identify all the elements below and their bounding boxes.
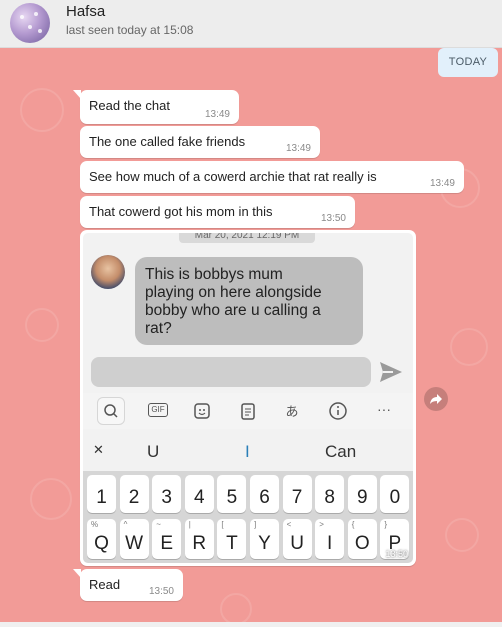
composer-bar-edge — [0, 622, 502, 627]
message-bubble[interactable]: The one called fake friends 13:49 — [80, 126, 320, 158]
clipboard-icon — [237, 401, 259, 421]
bubble-tail — [73, 90, 81, 99]
screenshot-date-chip: Mar 20, 2021 12:19 PM — [179, 233, 315, 243]
last-seen-status: last seen today at 15:08 — [66, 23, 194, 37]
image-timestamp: 13:50 — [385, 549, 408, 559]
key-u: < U — [282, 519, 312, 559]
keyboard-toolbar: GIF あ ··· — [83, 393, 413, 429]
key-4: 4 — [184, 475, 214, 513]
message-text: Read — [89, 577, 121, 592]
message-bubble[interactable]: Read 13:50 — [73, 569, 183, 601]
key-y: ] Y — [250, 519, 279, 559]
key-0: 0 — [380, 475, 410, 513]
message-bubble[interactable]: That cowerd got his mom in this 13:50 — [80, 196, 355, 228]
image-message-bubble[interactable]: Mar 20, 2021 12:19 PM This is bobbys mum… — [80, 230, 416, 566]
suggestion-left: U — [147, 442, 160, 461]
message-text: That cowerd got his mom in this — [89, 204, 273, 219]
key-9: 9 — [347, 475, 377, 513]
suggestion-middle: I — [245, 442, 250, 461]
key-t: [T — [217, 519, 247, 559]
message-text: The one called fake friends — [89, 134, 246, 149]
message-bubble[interactable]: Read the chat 13:49 — [73, 90, 239, 124]
message-text: See how much of a cowerd archie that rat… — [89, 169, 377, 184]
message-time: 13:50 — [320, 213, 346, 224]
contact-avatar[interactable] — [10, 3, 50, 43]
forward-icon — [430, 394, 442, 404]
search-icon — [104, 404, 118, 418]
screenshot-message-text: This is bobbys mum playing on here along… — [135, 257, 363, 345]
key-8: 8 — [315, 475, 345, 513]
key-e: ~ E — [152, 519, 182, 559]
key-2: 2 — [119, 475, 149, 513]
key-o: {O — [347, 519, 377, 559]
keyboard-keys: 1 2 3 4 5 6 7 8 9 0% Q ^ W ~ E | R[T] Y < U > I{O} P — [83, 471, 413, 563]
key-r: | R — [184, 519, 214, 559]
message-text: Read the chat — [89, 98, 170, 113]
key-q: % Q — [87, 519, 116, 559]
send-icon — [380, 362, 402, 382]
screenshot-avatar — [91, 255, 125, 289]
message-time: 13:49 — [429, 178, 455, 189]
wallpaper-doodle — [220, 593, 252, 625]
key-i: > I — [315, 519, 345, 559]
sticker-icon — [191, 401, 213, 421]
key-1: 1 — [87, 475, 116, 513]
key-6: 6 — [250, 475, 279, 513]
message-time: 13:49 — [285, 143, 311, 154]
message-time: 13:50 — [148, 586, 174, 597]
key-5: 5 — [217, 475, 247, 513]
gif-icon: GIF — [147, 401, 169, 421]
contact-name[interactable]: Hafsa — [66, 3, 105, 20]
wallpaper-doodle — [450, 328, 488, 366]
wallpaper-doodle — [20, 88, 64, 132]
wallpaper-doodle — [25, 308, 59, 342]
wallpaper-doodle — [445, 518, 479, 552]
wallpaper-doodle — [30, 478, 72, 520]
message-time: 13:49 — [204, 109, 230, 120]
info-icon — [327, 401, 349, 421]
forward-button[interactable] — [424, 387, 448, 411]
key-3: 3 — [152, 475, 182, 513]
bubble-tail — [73, 569, 81, 578]
keyboard-suggestions: ✕ U I Can — [83, 431, 413, 469]
collapse-icon: ✕ — [93, 442, 104, 457]
suggestion-right: Can — [325, 442, 357, 461]
screenshot-input-field — [91, 357, 371, 387]
translate-icon: あ — [285, 404, 299, 419]
screenshot-image[interactable]: Mar 20, 2021 12:19 PM This is bobbys mum… — [83, 233, 413, 563]
key-7: 7 — [282, 475, 312, 513]
message-bubble[interactable]: See how much of a cowerd archie that rat… — [80, 161, 464, 193]
key-w: ^ W — [119, 519, 149, 559]
date-separator: TODAY — [438, 48, 498, 77]
more-icon: ··· — [377, 401, 391, 417]
chat-header[interactable]: Hafsa last seen today at 15:08 — [0, 0, 502, 48]
keyboard-search-button — [97, 397, 125, 425]
